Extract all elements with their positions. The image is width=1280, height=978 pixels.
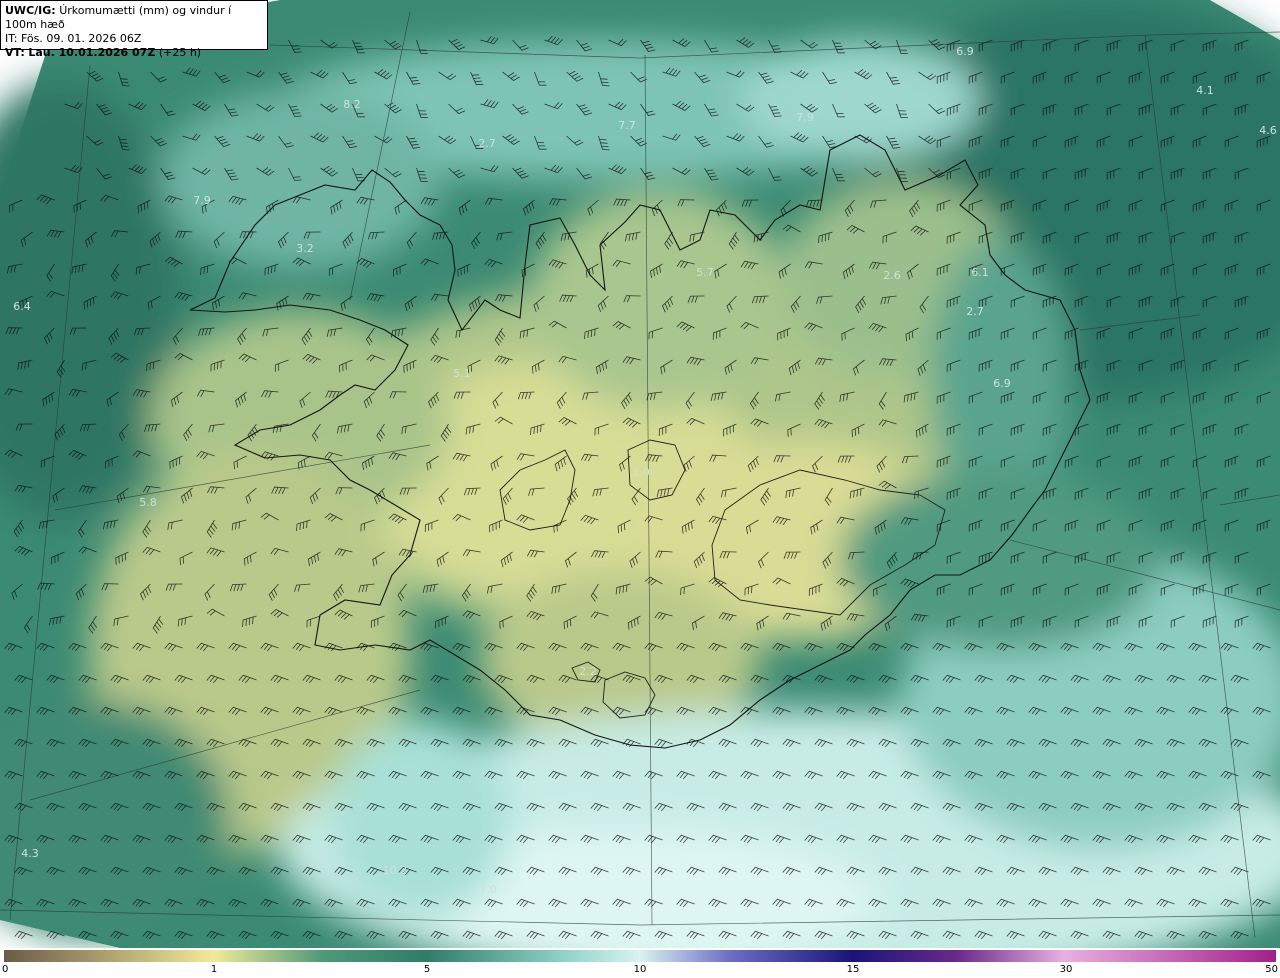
product-code: UWC/IG:	[5, 4, 56, 17]
map-value-label: 8.2	[343, 98, 361, 111]
colorbar-tick-label: 50	[1265, 964, 1278, 975]
map-value-label: 10.2	[383, 864, 408, 877]
map-canvas: 6.9 4.1 4.6 8.2 7.7 7.9 2.7 7.9 3.2 5.7 2.6 6.1 2.7 6…	[0, 0, 1280, 948]
valid-time: Lau. 10.01.2026 07Z	[28, 46, 156, 59]
colorbar-tick-label: 0	[2, 964, 9, 975]
map-value-label: 6.9	[993, 377, 1011, 390]
map-value-label: 7.9	[796, 111, 814, 124]
map-value-label: 2.6	[883, 269, 901, 282]
init-time: IT: Fös. 09. 01. 2026 06Z	[5, 32, 142, 45]
map-value-label: 7.9	[193, 194, 211, 207]
colorbar-tick-label: 15	[846, 964, 860, 975]
map-value-label: 4.6	[1259, 124, 1277, 137]
colorbar-tick-label: 30	[1059, 964, 1073, 975]
map-value-label: 5.1	[453, 367, 471, 380]
precipitation-wind-map[interactable]: 6.9 4.1 4.6 8.2 7.7 7.9 2.7 7.9 3.2 5.7 2.6 6.1 2.7 6…	[0, 0, 1280, 948]
valid-prefix: VT:	[5, 46, 25, 59]
map-value-label: 6.1	[971, 266, 989, 279]
map-value-label: 1.0	[632, 466, 650, 479]
colorbar-strip	[4, 950, 1276, 962]
lead-time: (+25 h)	[158, 46, 202, 59]
colorbar: 0 1 5 10 15 30 50	[0, 948, 1280, 978]
map-value-label: 2.7	[966, 305, 984, 318]
map-value-label: 6.4	[13, 300, 31, 313]
map-value-label: 4.3	[21, 847, 39, 860]
colorbar-tick-label: 10	[633, 964, 647, 975]
map-value-label: 2.7	[478, 137, 496, 150]
map-value-label: 6.9	[956, 45, 974, 58]
map-value-label: 5.8	[139, 496, 157, 509]
valid-line: VT: Lau. 10.01.2026 07Z (+25 h)	[5, 46, 263, 60]
map-value-label: 5.7	[696, 266, 714, 279]
map-value-label: 7.7	[618, 119, 636, 132]
title-line: UWC/IG: Úrkomumætti (mm) og vindur í 100…	[5, 4, 263, 32]
map-value-label: 3.2	[296, 242, 314, 255]
map-value-label: 7.0	[479, 883, 497, 896]
colorbar-tick-label: 5	[423, 964, 431, 975]
colorbar-tick-label: 1	[210, 964, 218, 975]
map-value-label: 4.1	[1196, 84, 1214, 97]
map-value-label: 2.2	[579, 665, 597, 678]
map-header: UWC/IG: Úrkomumætti (mm) og vindur í 100…	[0, 0, 268, 59]
